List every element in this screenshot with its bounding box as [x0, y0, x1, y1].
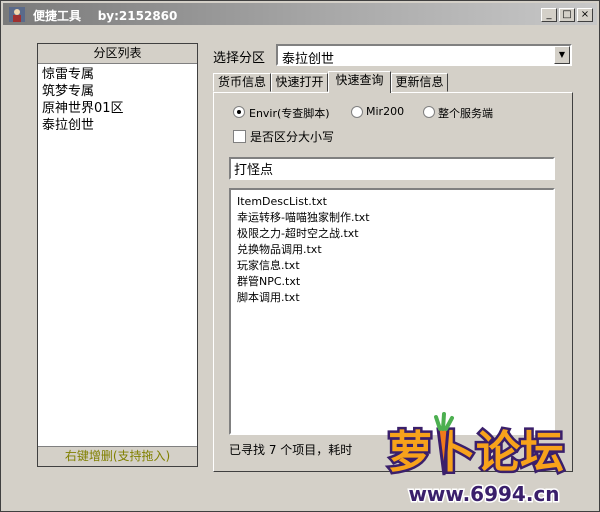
tab-quick-search[interactable]: 快速查询 — [328, 71, 391, 93]
result-item[interactable]: 兑换物品调用.txt — [237, 242, 547, 258]
radio-mir200-label: Mir200 — [366, 105, 405, 118]
window-title: 便捷工具 by:2152860 — [33, 9, 178, 23]
result-item[interactable]: 极限之力-超时空之战.txt — [237, 226, 547, 242]
radio-envir-label: Envir(专查脚本) — [249, 107, 330, 120]
title-bar[interactable]: 便捷工具 by:2152860 _ □ × — [3, 3, 597, 25]
search-results-list[interactable]: ItemDescList.txt 幸运转移-喵喵独家制作.txt 极限之力-超时… — [229, 188, 555, 435]
minimize-button[interactable]: _ — [541, 8, 557, 22]
radio-envir[interactable] — [233, 106, 245, 118]
result-item[interactable]: 玩家信息.txt — [237, 258, 547, 274]
zone-list-item[interactable]: 筑梦专属 — [42, 83, 193, 100]
chevron-down-icon[interactable]: ▼ — [554, 46, 570, 64]
result-item[interactable]: 群管NPC.txt — [237, 274, 547, 290]
watermark-title: 萝卜论坛 — [388, 427, 564, 478]
zone-select-label: 选择分区 — [213, 51, 266, 66]
search-status-text: 已寻找 7 个项目，耗时 — [229, 443, 353, 457]
app-icon — [9, 7, 25, 22]
tab-update-info[interactable]: 更新信息 — [391, 73, 448, 92]
zone-list-header: 分区列表 — [38, 44, 197, 64]
result-item[interactable]: ItemDescList.txt — [237, 194, 547, 210]
zone-list-panel: 分区列表 惊雷专属 筑梦专属 原神世界01区 泰拉创世 右键增删(支持拖入) — [37, 43, 198, 467]
case-sensitive-label: 是否区分大小写 — [250, 130, 335, 144]
zone-list-item[interactable]: 原神世界01区 — [42, 100, 193, 117]
zone-select-value: 泰拉创世 — [282, 52, 335, 67]
radio-whole-server-label: 整个服务端 — [438, 107, 493, 120]
search-input[interactable] — [229, 157, 555, 180]
zone-list[interactable]: 惊雷专属 筑梦专属 原神世界01区 泰拉创世 — [38, 64, 197, 136]
zone-list-item[interactable]: 泰拉创世 — [42, 117, 193, 134]
zone-select[interactable]: 泰拉创世 ▼ — [276, 44, 572, 67]
radio-mir200[interactable] — [351, 106, 363, 118]
zone-list-item[interactable]: 惊雷专属 — [42, 66, 193, 83]
watermark-url: www.6994.cn — [408, 482, 559, 506]
zone-list-footer-hint: 右键增删(支持拖入) — [38, 446, 197, 466]
tab-currency-info[interactable]: 货币信息 — [213, 73, 271, 92]
maximize-button[interactable]: □ — [559, 8, 575, 22]
tab-quick-open[interactable]: 快速打开 — [271, 73, 328, 92]
case-sensitive-checkbox[interactable] — [233, 130, 246, 143]
watermark-logo: 萝卜论坛 www.6994.cn — [386, 412, 567, 508]
radio-whole-server[interactable] — [423, 106, 435, 118]
close-button[interactable]: × — [577, 8, 593, 22]
watermark-logo-text: 萝卜论坛 www.6994.cn — [386, 425, 567, 508]
result-item[interactable]: 幸运转移-喵喵独家制作.txt — [237, 210, 547, 226]
app-window: 便捷工具 by:2152860 _ □ × 分区列表 惊雷专属 筑梦专属 原神世… — [0, 0, 600, 512]
result-item[interactable]: 脚本调用.txt — [237, 290, 547, 306]
search-options: Envir(专查脚本) Mir200 整个服务端 是否区分大小写 — [229, 99, 555, 149]
